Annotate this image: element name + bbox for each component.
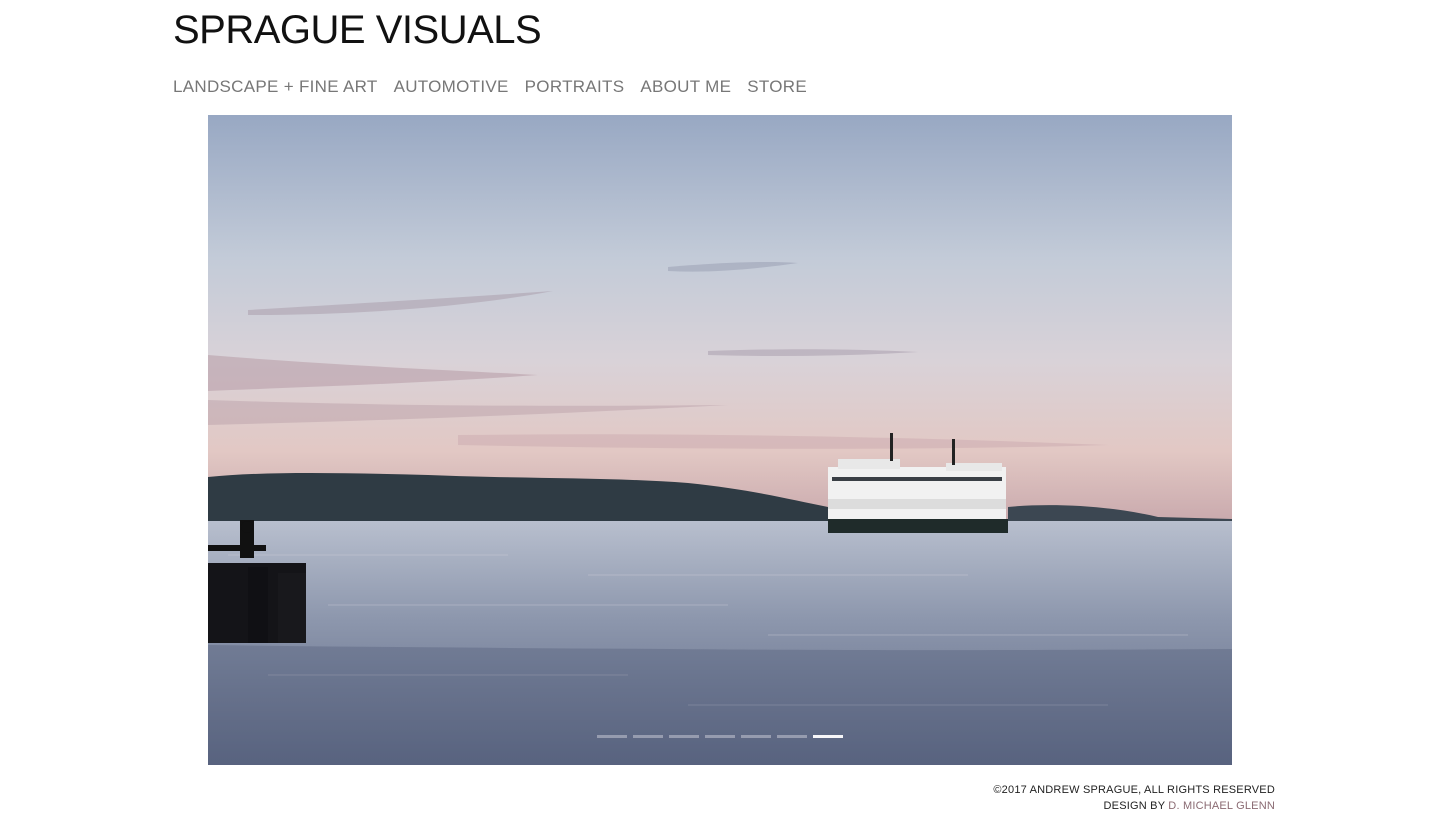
slide-image — [208, 115, 1232, 765]
hero-slideshow[interactable] — [208, 115, 1232, 765]
nav-item-automotive[interactable]: AUTOMOTIVE — [394, 77, 509, 97]
nav-item-store[interactable]: STORE — [747, 77, 807, 97]
slide-indicator-7[interactable] — [813, 735, 843, 738]
slide-indicator-6[interactable] — [777, 735, 807, 738]
designer-link[interactable]: D. MICHAEL GLENN — [1168, 800, 1275, 812]
footer: ©2017 ANDREW SPRAGUE, ALL RIGHTS RESERVE… — [993, 782, 1275, 814]
slide-indicator-3[interactable] — [669, 735, 699, 738]
design-credit: DESIGN BY D. MICHAEL GLENN — [993, 798, 1275, 814]
slide-indicator-4[interactable] — [705, 735, 735, 738]
slide-indicators — [597, 735, 843, 738]
copyright-text: ©2017 ANDREW SPRAGUE, ALL RIGHTS RESERVE… — [993, 784, 1275, 796]
nav-item-landscape-fine-art[interactable]: LANDSCAPE + FINE ART — [173, 77, 378, 97]
nav-item-portraits[interactable]: PORTRAITS — [525, 77, 625, 97]
page: SPRAGUE VISUALS LANDSCAPE + FINE ART AUT… — [0, 0, 1440, 821]
main-nav: LANDSCAPE + FINE ART AUTOMOTIVE PORTRAIT… — [173, 77, 807, 97]
slide-indicator-1[interactable] — [597, 735, 627, 738]
slide-indicator-5[interactable] — [741, 735, 771, 738]
site-title[interactable]: SPRAGUE VISUALS — [173, 8, 542, 52]
design-credit-prefix: DESIGN BY — [1103, 800, 1169, 812]
slide-indicator-2[interactable] — [633, 735, 663, 738]
nav-item-about-me[interactable]: ABOUT ME — [640, 77, 731, 97]
